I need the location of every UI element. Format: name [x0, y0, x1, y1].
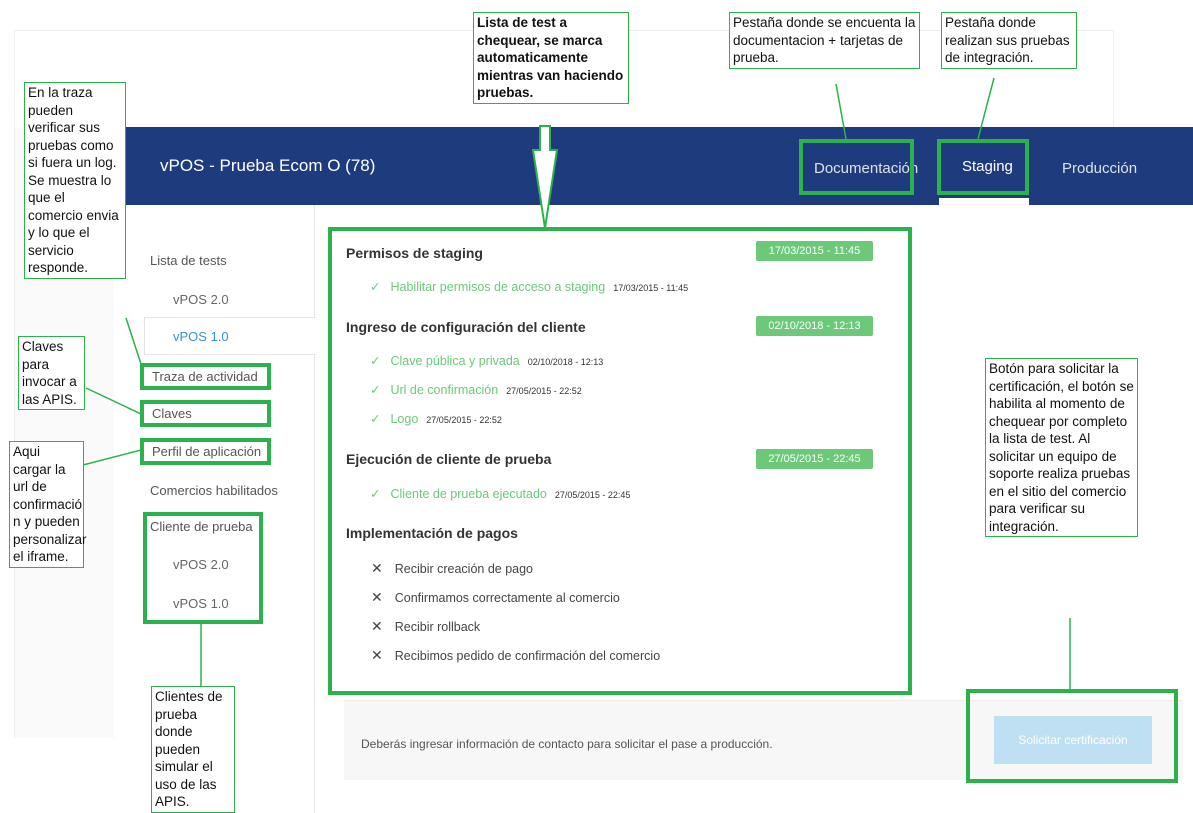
annotation-box-cliente [143, 512, 263, 624]
annotation-box-claves [140, 400, 271, 427]
annotation-note-staging: Pestaña donde realizan sus pruebas de in… [941, 12, 1077, 69]
annotation-note-traza: En la traza pueden verificar sus pruebas… [24, 82, 126, 279]
app-title: vPOS - Prueba Ecom O (78) [160, 156, 375, 176]
annotation-box-boton [966, 689, 1178, 783]
annotation-note-documentacion: Pestaña donde se encuenta la documentaci… [729, 12, 920, 69]
annotation-box-documentacion [799, 139, 914, 195]
annotation-box-traza [140, 363, 271, 390]
annotation-note-clientes: Clientes de prueba donde pueden simular … [151, 686, 235, 813]
annotation-box-perfil [140, 438, 271, 465]
sidebar-header-lista-tests[interactable]: Lista de tests [150, 253, 227, 268]
annotation-box-checklist [328, 227, 912, 695]
app-title-text: vPOS - Prueba Ecom O (78) [160, 156, 376, 175]
sidebar-active-item-bg [144, 317, 316, 355]
sidebar-item-vpos-2[interactable]: vPOS 2.0 [173, 292, 229, 307]
sidebar-item-vpos-1[interactable]: vPOS 1.0 [173, 329, 229, 344]
annotation-note-claves: Claves para invocar a las APIS. [18, 336, 85, 410]
annotation-note-boton: Botón para solicitar la certificación, e… [985, 358, 1138, 537]
tab-produccion[interactable]: Producción [1062, 160, 1137, 177]
annotation-note-lista-tests: Lista de test a chequear, se marca autom… [473, 12, 629, 104]
footer-text: Deberás ingresar información de contacto… [361, 737, 773, 751]
sidebar-item-comercios[interactable]: Comercios habilitados [150, 483, 278, 498]
annotation-box-staging [937, 139, 1029, 195]
active-tab-indicator [939, 198, 1029, 205]
annotation-note-perfil: Aqui cargar la url de confirmació n y pu… [9, 441, 87, 568]
